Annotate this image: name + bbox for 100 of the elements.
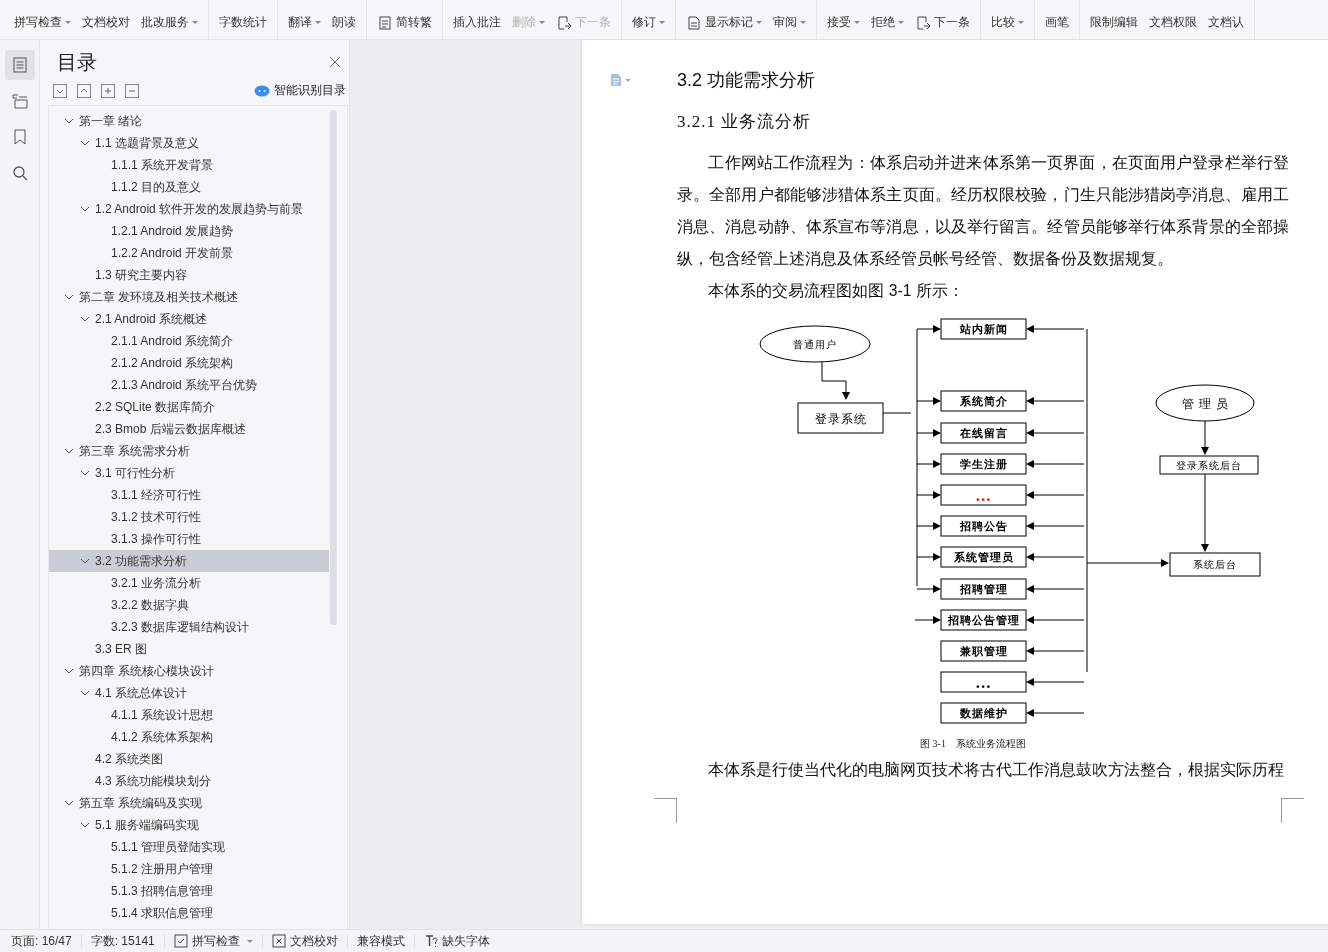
toc-item[interactable]: 5.1.1 管理员登陆实现 <box>49 836 329 858</box>
toc-item[interactable]: 4.1.1 系统设计思想 <box>49 704 329 726</box>
toc-item[interactable]: 第四章 系统核心模块设计 <box>49 660 329 682</box>
toolbar-button[interactable]: 审阅 <box>773 14 806 31</box>
arrow <box>1026 709 1085 717</box>
toolbar-button[interactable]: 拼写检查 <box>14 14 71 31</box>
font-warning-icon <box>423 934 438 948</box>
cross-box-icon <box>271 934 286 948</box>
caret-icon <box>625 78 631 82</box>
toc-item[interactable]: 5.1.3 招聘信息管理 <box>49 880 329 902</box>
plus-icon <box>101 83 115 98</box>
flow-box: 登录系统 <box>797 402 884 434</box>
toolbar-button[interactable]: 接受 <box>827 14 860 31</box>
toc-item[interactable]: 3.2.1 业务流分析 <box>49 572 329 594</box>
toolbar-button[interactable]: 字数统计 <box>219 14 267 31</box>
flow-box: 登录系统后台 <box>1159 455 1259 475</box>
toc-item[interactable]: 2.1.2 Android 系统架构 <box>49 352 329 374</box>
toc-item[interactable]: 1.1.1 系统开发背景 <box>49 154 329 176</box>
flow-box: 学生注册 <box>940 453 1027 475</box>
toc-item[interactable]: 3.1.3 操作可行性 <box>49 528 329 550</box>
toc-item[interactable]: 4.1.2 系统体系架构 <box>49 726 329 748</box>
flow-box: ... <box>940 671 1027 693</box>
toc-item[interactable]: 第一章 绪论 <box>49 110 329 132</box>
body-paragraph: 工作网站工作流程为：体系启动并进来体系第一页界面，在页面用户登录栏举行登录。全部用户都能够涉猎体系主页面。经历权限校验，门生只能涉猎岗亭消息、雇用工消息、消息动静、体系宣布等消息，以及举行留言。经管员能够举行体系背景的全部操纵，包含经管上述消息及体系经管员帐号经管、数据备份及数据规复。 <box>677 153 1289 269</box>
toc-item[interactable]: 3.3 ER 图 <box>49 638 329 660</box>
toc-item[interactable]: 2.1.1 Android 系统简介 <box>49 330 329 352</box>
document-icon <box>610 73 622 87</box>
toc-item[interactable]: 第三章 系统需求分析 <box>49 440 329 462</box>
toc-item[interactable]: 5.1.2 注册用户管理 <box>49 858 329 880</box>
close-button[interactable] <box>329 56 341 68</box>
body-paragraph: 本体系是行使当代化的电脑网页技术将古代工作消息鼓吹方法整合，根据实际历程 <box>707 760 1286 780</box>
toc-item[interactable]: 5.1.4 求职信息管理 <box>49 902 329 924</box>
subsection-heading: 3.2.1 业务流分析 <box>677 112 813 132</box>
corner-mark <box>654 798 677 823</box>
flow-box: 招聘公告 <box>940 515 1027 537</box>
status-text: 兼容模式 <box>347 934 415 948</box>
toc-item[interactable]: 3.1.2 技术可行性 <box>49 506 329 528</box>
toolbar-button[interactable]: 修订 <box>632 14 665 31</box>
document-arrow-icon <box>556 14 572 31</box>
toc-item[interactable]: 2.2 SQLite 数据库简介 <box>49 396 329 418</box>
flow-box: 在线留言 <box>940 422 1027 444</box>
toolbar-button[interactable]: 文档权限 <box>1149 14 1197 31</box>
toc-item[interactable]: 1.2.1 Android 发展趋势 <box>49 220 329 242</box>
toolbar-button[interactable]: 限制编辑 <box>1090 14 1138 31</box>
status-button[interactable]: 文档校对 <box>262 934 348 948</box>
toolbar-button[interactable]: 画笔 <box>1045 14 1069 31</box>
toc-item[interactable]: 第二章 发环境及相关技术概述 <box>49 286 329 308</box>
minus-icon <box>125 83 139 98</box>
toolbar-button[interactable]: 批改服务 <box>141 14 198 31</box>
status-button[interactable]: 拼写检查 <box>164 934 263 948</box>
flow-box: 兼职管理 <box>940 640 1027 662</box>
toolbar-button[interactable] <box>125 83 139 98</box>
toolbar-button[interactable]: 翻译 <box>288 14 321 31</box>
toc-item[interactable]: 1.2.2 Android 开发前景 <box>49 242 329 264</box>
toolbar-button[interactable]: 简转繁 <box>377 14 432 31</box>
toolbar-button[interactable]: 拒绝 <box>871 14 904 31</box>
outline-icon <box>10 92 29 110</box>
toc-item[interactable]: 3.1 可行性分析 <box>49 462 329 484</box>
toc-item[interactable]: 1.2 Android 软件开发的发展趋势与前景 <box>49 198 329 220</box>
connector-line <box>821 361 847 382</box>
toc-item[interactable]: 4.1 系统总体设计 <box>49 682 329 704</box>
arrow <box>1026 522 1085 530</box>
toolbar-button[interactable] <box>77 83 91 98</box>
scrollbar-thumb[interactable] <box>330 110 337 625</box>
arrow <box>1201 420 1209 455</box>
toolbar-button[interactable]: 文档校对 <box>82 14 130 31</box>
toc-item[interactable]: 3.2.3 数据库逻辑结构设计 <box>49 616 329 638</box>
toolbar-button[interactable]: 文档认 <box>1208 14 1244 31</box>
toolbar-button[interactable] <box>53 83 67 98</box>
toc-item[interactable]: 4.2 系统类图 <box>49 748 329 770</box>
toc-item[interactable]: 第五章 系统编码及实现 <box>49 792 329 814</box>
toc-item[interactable]: 3.1.1 经济可行性 <box>49 484 329 506</box>
flow-box: 系统后台 <box>1169 552 1261 577</box>
smart-toc-button[interactable]: 智能识别目录 <box>254 82 346 99</box>
arrow <box>1026 397 1085 405</box>
toc-item[interactable]: 2.1 Android 系统概述 <box>49 308 329 330</box>
toc-item[interactable]: 3.2.2 数据字典 <box>49 594 329 616</box>
toc-item[interactable]: 1.1.2 目的及意义 <box>49 176 329 198</box>
list-icon <box>10 56 29 74</box>
chevron-down-icon <box>53 83 67 98</box>
toc-item[interactable]: 2.1.3 Android 系统平台优势 <box>49 374 329 396</box>
toc-item[interactable]: 3.2 功能需求分析 <box>49 550 329 572</box>
flow-box: 站内新闻 <box>940 318 1027 340</box>
toolbar-button[interactable] <box>101 83 115 98</box>
arrow <box>1026 616 1085 624</box>
toolbar-button[interactable]: 下一条 <box>915 14 970 31</box>
toc-item[interactable]: 1.3 研究主要内容 <box>49 264 329 286</box>
toc-item[interactable]: 5.1 服务端编码实现 <box>49 814 329 836</box>
checkbox-icon <box>173 934 188 948</box>
arrow <box>1026 491 1085 499</box>
flow-box: 系统管理员 <box>940 546 1027 568</box>
chevron-up-icon <box>77 83 91 98</box>
status-button[interactable]: 缺失字体 <box>414 934 499 948</box>
toolbar-button[interactable]: 朗读 <box>332 14 356 31</box>
toolbar-button[interactable]: 插入批注 <box>453 14 501 31</box>
toc-item[interactable]: 4.3 系统功能模块划分 <box>49 770 329 792</box>
toc-item[interactable]: 2.3 Bmob 后端云数据库概述 <box>49 418 329 440</box>
toolbar-button[interactable]: 比较 <box>991 14 1024 31</box>
toc-item[interactable]: 1.1 选题背景及意义 <box>49 132 329 154</box>
toolbar-button[interactable]: 显示标记 <box>686 14 762 31</box>
